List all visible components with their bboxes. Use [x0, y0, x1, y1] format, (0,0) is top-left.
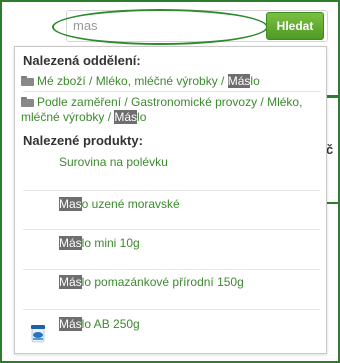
departments-heading: Nalezená oddělení: [23, 53, 141, 68]
product-item[interactable]: Máslo mini 10g [59, 236, 140, 250]
department-link[interactable]: Mé zboží / Mléko, mléčné výrobky / Máslo [21, 74, 260, 89]
product-item[interactable]: Surovina na polévku [59, 155, 168, 169]
search-button[interactable]: Hledat [266, 12, 324, 40]
background-green-line [326, 202, 338, 204]
divider [23, 91, 320, 92]
department-link[interactable]: Podle zaměření / Gastronomické provozy /… [21, 95, 302, 125]
divider [23, 190, 320, 191]
product-item[interactable]: Máslo pomazánkové přírodní 150g [59, 275, 244, 289]
divider [23, 269, 320, 270]
product-item[interactable]: Maso uzené moravské [59, 197, 180, 211]
product-item[interactable]: Máslo AB 250g [59, 317, 140, 331]
divider [23, 229, 320, 230]
divider [23, 309, 320, 310]
search-suggestions-dropdown: Nalezená oddělení: Mé zboží / Mléko, mlé… [14, 46, 327, 354]
folder-icon [21, 97, 34, 107]
background-green-line [326, 95, 338, 98]
search-input[interactable] [73, 15, 253, 35]
products-heading: Nalezené produkty: [23, 133, 143, 148]
folder-icon [21, 76, 34, 86]
background-text-fragment: č [326, 142, 334, 157]
product-thumbnail[interactable] [27, 323, 49, 345]
